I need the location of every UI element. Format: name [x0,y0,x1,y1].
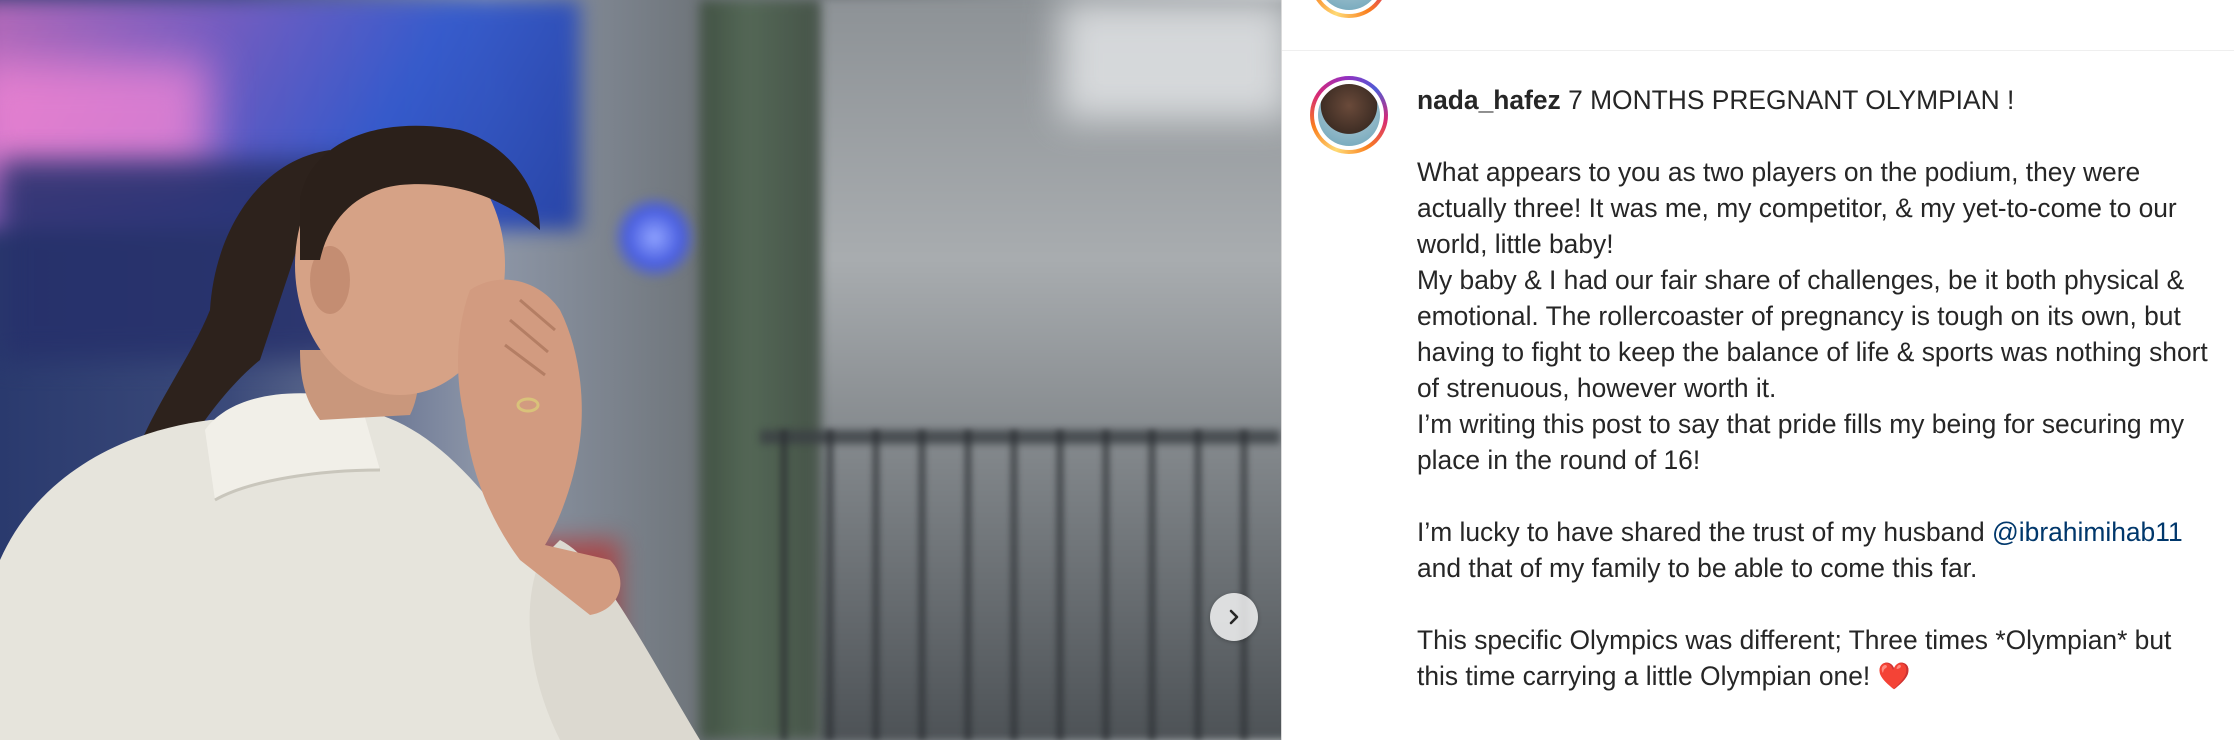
mention-link[interactable]: @ibrahimihab11 [1992,517,2183,547]
caption-paragraph-5-text: This specific Olympics was different; Th… [1417,625,2172,691]
caption-paragraph-1: What appears to you as two players on th… [1417,157,2177,259]
caption-paragraph-4-start: I’m lucky to have shared the trust of my… [1417,517,1993,547]
caption-paragraph-4-end: and that of my family to be able to come… [1417,553,1978,583]
next-image-button[interactable] [1210,593,1258,641]
author-username-link[interactable]: nada_hafez [1417,85,1561,115]
header-avatar[interactable] [1310,0,1388,18]
post-caption: nada_hafez 7 MONTHS PREGNANT OLYMPIAN ! … [1417,82,2217,694]
post-media[interactable] [0,0,1281,740]
caption-headline-line: nada_hafez 7 MONTHS PREGNANT OLYMPIAN ! [1417,82,2217,118]
post-header [1282,0,2234,51]
athlete-figure [0,125,700,740]
caption-paragraph-4: I’m lucky to have shared the trust of my… [1417,514,2217,586]
caption-headline: 7 MONTHS PREGNANT OLYMPIAN ! [1560,85,2015,115]
chevron-right-icon [1229,609,1239,625]
caption-author-avatar[interactable] [1310,76,1388,154]
heart-emoji: ❤️ [1877,661,1911,691]
avatar [1318,84,1380,146]
post-details-panel: nada_hafez 7 MONTHS PREGNANT OLYMPIAN ! … [1282,0,2234,740]
instagram-post-view: nada_hafez 7 MONTHS PREGNANT OLYMPIAN ! … [0,0,2234,740]
caption-paragraph-2: My baby & I had our fair share of challe… [1417,265,2208,403]
caption-paragraph-5: This specific Olympics was different; Th… [1417,622,2217,694]
caption-paragraph-3: I’m writing this post to say that pride … [1417,409,2185,475]
